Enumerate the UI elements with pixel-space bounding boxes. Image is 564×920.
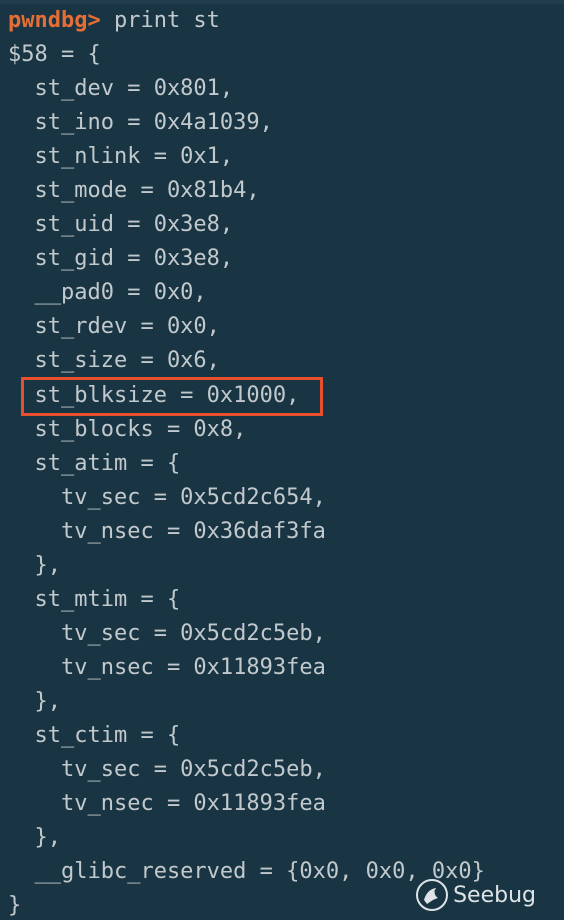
- watermark-text: Seebug: [453, 882, 536, 908]
- highlight-box: [21, 377, 323, 416]
- output-line: st_ctim = {: [8, 723, 181, 748]
- output-line: st_ino = 0x4a1039,: [8, 110, 273, 135]
- output-line: st_uid = 0x3e8,: [8, 212, 234, 237]
- output-line: st_atim = {: [8, 451, 181, 476]
- output-line: },: [8, 689, 61, 714]
- output-line: st_rdev = 0x0,: [8, 314, 220, 339]
- output-line: tv_nsec = 0x36daf3fa: [8, 519, 326, 544]
- prompt-line: pwndbg> print st: [8, 4, 220, 38]
- output-line: tv_sec = 0x5cd2c654,: [8, 485, 326, 510]
- output-line: st_mtim = {: [8, 587, 181, 612]
- output-line: st_dev = 0x801,: [8, 76, 234, 101]
- output-line: tv_nsec = 0x11893fea: [8, 791, 326, 816]
- output-line: st_nlink = 0x1,: [8, 144, 234, 169]
- output-line: st_mode = 0x81b4,: [8, 178, 260, 203]
- output-line: st_size = 0x6,: [8, 348, 220, 373]
- output-line: st_blocks = 0x8,: [8, 417, 247, 442]
- prompt-label: pwndbg>: [8, 8, 101, 33]
- output-line: $58 = {: [8, 42, 101, 67]
- command-text: print st: [100, 8, 220, 33]
- output-line: st_gid = 0x3e8,: [8, 246, 234, 271]
- output-line: }: [8, 893, 22, 918]
- output-line: },: [8, 553, 61, 578]
- output-line: __pad0 = 0x0,: [8, 280, 207, 305]
- seebug-watermark: Seebug: [415, 878, 536, 912]
- output-line: tv_sec = 0x5cd2c5eb,: [8, 621, 326, 646]
- seebug-logo-icon: [415, 878, 449, 912]
- output-line: tv_sec = 0x5cd2c5eb,: [8, 757, 326, 782]
- output-line: tv_nsec = 0x11893fea: [8, 655, 326, 680]
- output-line: __glibc_reserved = {0x0, 0x0, 0x0}: [8, 859, 485, 884]
- terminal-window[interactable]: pwndbg> print st $58 = { st_dev = 0x801,…: [0, 0, 564, 920]
- output-line: },: [8, 825, 61, 850]
